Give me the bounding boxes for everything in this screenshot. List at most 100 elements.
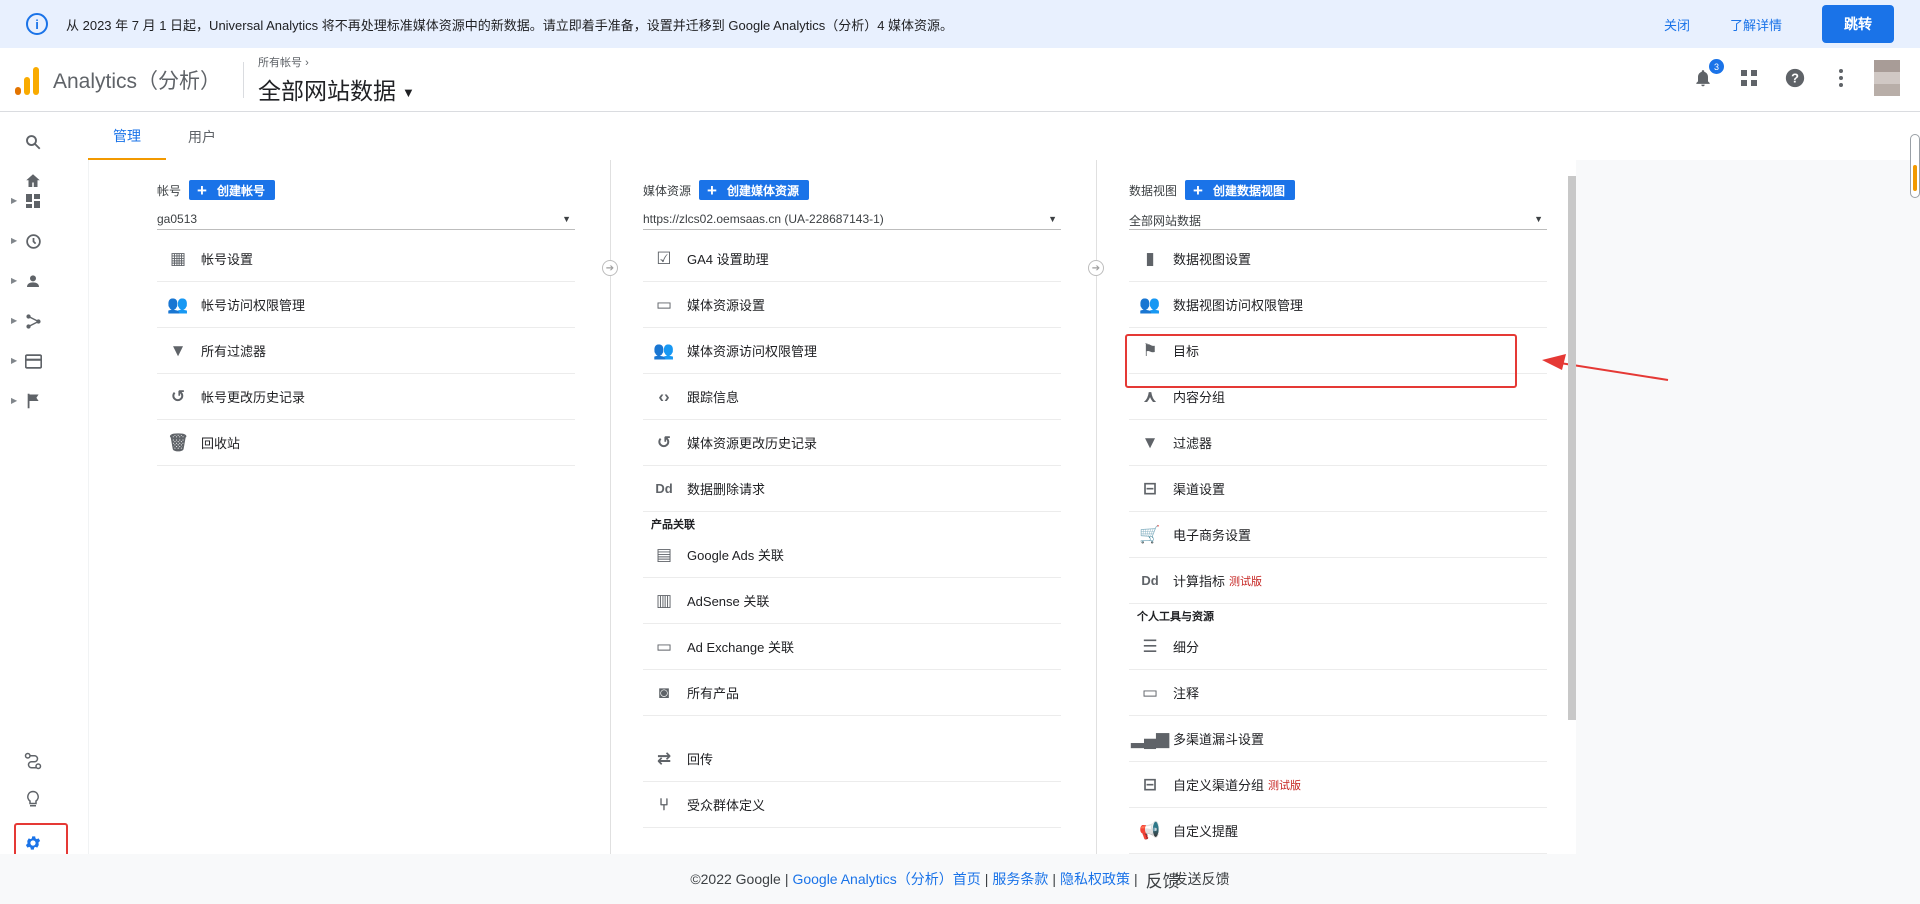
beta-badge: 测试版 [1268, 779, 1302, 792]
info-icon: i [26, 13, 48, 35]
menu-custom-alerts[interactable]: 📢 自定义提醒 [1129, 808, 1547, 854]
history-icon: ↺ [170, 386, 186, 406]
menu-ga4-setup-assistant[interactable]: ☑ GA4 设置助理 [643, 236, 1061, 282]
expand-arrow-icon[interactable]: ▶ [11, 396, 17, 405]
attribution-icon[interactable] [22, 750, 44, 772]
person-icon[interactable] [22, 270, 44, 292]
analytics-logo-icon[interactable] [15, 65, 39, 95]
announcement-banner: i 从 2023 年 7 月 1 日起，Universal Analytics … [0, 0, 1920, 48]
history-icon: ↺ [656, 432, 672, 452]
menu-property-history[interactable]: ↺ 媒体资源更改历史记录 [643, 420, 1061, 466]
dd-icon: Dd [655, 481, 673, 496]
comment-icon: ▭ [1141, 682, 1159, 702]
gear-icon[interactable] [22, 832, 44, 854]
building-icon: ▦ [169, 248, 187, 268]
cart-icon: 🛒 [1139, 524, 1161, 544]
tab-user[interactable]: 用户 [166, 113, 238, 160]
annotation-arrow-icon [1542, 354, 1669, 381]
arrow-right-icon: ➔ [602, 260, 618, 276]
menu-filters[interactable]: ▼ 过滤器 [1129, 420, 1547, 466]
dashboard-icon[interactable] [22, 190, 44, 212]
postback-icon: ⇄ [656, 748, 672, 768]
property-column-header: 媒体资源 + 创建媒体资源 [643, 180, 1061, 200]
banner-message: 从 2023 年 7 月 1 日起，Universal Analytics 将不… [66, 17, 954, 33]
menu-annotations[interactable]: ▭ 注释 [1129, 670, 1547, 716]
terms-link[interactable]: 服务条款 [992, 869, 1048, 889]
view-select[interactable]: 全部网站数据 ▼ [1129, 208, 1547, 230]
menu-mcf-settings[interactable]: ▂▄▆ 多渠道漏斗设置 [1129, 716, 1547, 762]
search-icon[interactable] [22, 131, 44, 153]
view-name[interactable]: 全部网站数据 ▼ [258, 72, 415, 106]
expand-arrow-icon[interactable]: ▶ [11, 196, 17, 205]
menu-adsense-link[interactable]: ▥ AdSense 关联 [643, 578, 1061, 624]
menu-channel-settings[interactable]: ⊟ 渠道设置 [1129, 466, 1547, 512]
menu-all-products[interactable]: ◙ 所有产品 [643, 670, 1061, 716]
create-property-button[interactable]: + 创建媒体资源 [699, 180, 809, 200]
property-column: 媒体资源 + 创建媒体资源 https://zlcs02.oemsaas.cn (… [643, 180, 1061, 828]
menu-data-deletion[interactable]: Dd 数据删除请求 [643, 466, 1061, 512]
filter-icon: ▼ [1141, 432, 1159, 452]
code-icon: ‹› [658, 386, 670, 406]
menu-custom-channel-grouping[interactable]: ⊟ 自定义渠道分组 测试版 [1129, 762, 1547, 808]
send-feedback-link[interactable]: 发送反馈 [1174, 869, 1230, 889]
view-column: 数据视图 + 创建数据视图 全部网站数据 ▼ ▮ 数据视图设置 👥 数据视图访问权限管理… [1129, 180, 1547, 854]
conversions-flag-icon[interactable] [22, 390, 44, 412]
learn-more-link[interactable]: 了解详情 [1730, 15, 1782, 34]
property-select[interactable]: https://zlcs02.oemsaas.cn (UA-228687143-… [643, 208, 1061, 230]
analytics-home-link[interactable]: Google Analytics（分析）首页 [792, 869, 980, 889]
copyright: ©2022 Google [690, 871, 781, 887]
expand-arrow-icon[interactable]: ▶ [11, 236, 17, 245]
menu-calculated-metrics[interactable]: Dd 计算指标 测试版 [1129, 558, 1547, 604]
menu-postbacks[interactable]: ⇄ 回传 [643, 736, 1061, 782]
notifications-icon[interactable]: 3 [1690, 59, 1724, 91]
avatar[interactable] [1874, 60, 1900, 96]
apps-grid-icon[interactable] [1736, 65, 1762, 91]
beta-badge: 测试版 [1229, 575, 1263, 588]
menu-google-ads-link[interactable]: ▤ Google Ads 关联 [643, 532, 1061, 578]
admin-tabs: 管理 用户 [88, 113, 238, 160]
people-icon: 👥 [167, 294, 189, 314]
menu-audience-definitions[interactable]: ⑂ 受众群体定义 [643, 782, 1061, 828]
dropdown-arrow-icon: ▼ [1534, 214, 1543, 224]
clock-icon[interactable] [22, 230, 44, 252]
home-icon[interactable] [22, 170, 44, 192]
lightbulb-icon[interactable] [22, 788, 44, 810]
top-icons: 3 ? [1690, 59, 1900, 96]
menu-ad-exchange-link[interactable]: ▭ Ad Exchange 关联 [643, 624, 1061, 670]
more-vert-icon[interactable] [1828, 65, 1854, 91]
plus-icon: + [707, 180, 717, 200]
menu-account-access[interactable]: 👥 帐号访问权限管理 [157, 282, 575, 328]
expand-arrow-icon[interactable]: ▶ [11, 356, 17, 365]
acquisition-icon[interactable] [22, 310, 44, 332]
menu-tracking-info[interactable]: ‹› 跟踪信息 [643, 374, 1061, 420]
menu-all-filters[interactable]: ▼ 所有过滤器 [157, 328, 575, 374]
behavior-icon[interactable] [22, 350, 44, 372]
menu-trash[interactable]: 🗑 回收站 [157, 420, 575, 466]
page-scrollbar[interactable] [1910, 134, 1920, 198]
menu-account-history[interactable]: ↺ 帐号更改历史记录 [157, 374, 575, 420]
account-select[interactable]: ga0513 ▼ [157, 208, 575, 230]
menu-ecommerce-settings[interactable]: 🛒 电子商务设置 [1129, 512, 1547, 558]
menu-property-access[interactable]: 👥 媒体资源访问权限管理 [643, 328, 1061, 374]
banner-close-link[interactable]: 关闭 [1664, 15, 1690, 34]
account-picker[interactable]: 所有帐号 › 全部网站数据 ▼ [258, 54, 415, 106]
expand-arrow-icon[interactable]: ▶ [11, 276, 17, 285]
menu-view-settings[interactable]: ▮ 数据视图设置 [1129, 236, 1547, 282]
tab-admin[interactable]: 管理 [88, 113, 166, 160]
privacy-link[interactable]: 隐私权政策 [1060, 869, 1130, 889]
go-button[interactable]: 跳转 [1822, 5, 1894, 43]
menu-account-settings[interactable]: ▦ 帐号设置 [157, 236, 575, 282]
create-view-button[interactable]: + 创建数据视图 [1185, 180, 1295, 200]
ads-icon: ▤ [655, 544, 673, 564]
plus-icon: + [1193, 180, 1203, 200]
help-icon[interactable]: ? [1782, 65, 1808, 91]
panel-scrollbar[interactable] [1568, 176, 1576, 720]
menu-segments[interactable]: ☰ 细分 [1129, 624, 1547, 670]
menu-view-access[interactable]: 👥 数据视图访问权限管理 [1129, 282, 1547, 328]
caret-down-icon: ▼ [402, 84, 415, 100]
products-icon: ◙ [658, 682, 670, 702]
create-account-button[interactable]: + 创建帐号 [189, 180, 275, 200]
dropdown-arrow-icon: ▼ [1048, 214, 1057, 224]
expand-arrow-icon[interactable]: ▶ [11, 316, 17, 325]
menu-property-settings[interactable]: ▭ 媒体资源设置 [643, 282, 1061, 328]
